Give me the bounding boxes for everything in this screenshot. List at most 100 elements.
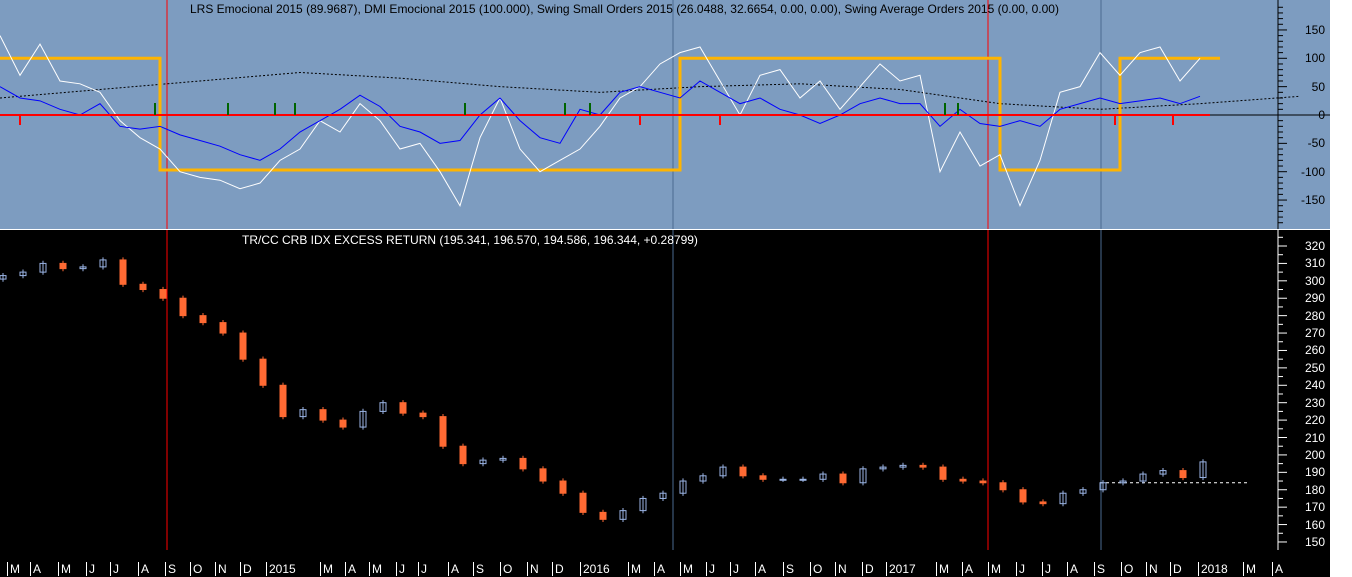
candle-body bbox=[599, 511, 607, 520]
candle-body bbox=[259, 358, 267, 386]
time-tick-label: A bbox=[138, 562, 149, 576]
candle-body bbox=[199, 315, 207, 324]
candle-body bbox=[179, 297, 187, 317]
y-tick-label: 100 bbox=[1304, 51, 1325, 66]
time-tick-label: J bbox=[1042, 562, 1051, 576]
y-tick-label: 150 bbox=[1304, 22, 1325, 37]
time-tick-label: A bbox=[654, 562, 665, 576]
candle-body bbox=[339, 419, 347, 428]
y-tick-label: 300 bbox=[1304, 273, 1325, 288]
candle-body bbox=[439, 416, 447, 447]
indicator-chart bbox=[0, 0, 1330, 229]
avg-orders-line bbox=[0, 71, 1301, 110]
candle-body bbox=[319, 409, 327, 421]
candle-body bbox=[979, 480, 987, 484]
indicator-title: LRS Emocional 2015 (89.9687), DMI Emocio… bbox=[190, 2, 1059, 16]
y-tick-label: 160 bbox=[1304, 517, 1325, 532]
time-tick-label: A bbox=[962, 562, 973, 576]
time-tick-label: M bbox=[680, 562, 693, 576]
candle-body bbox=[159, 289, 167, 299]
time-tick-label: M bbox=[7, 562, 20, 576]
candle-body bbox=[799, 478, 807, 481]
candle-body bbox=[759, 475, 767, 480]
time-tick-label: A bbox=[30, 562, 41, 576]
candle-body bbox=[539, 468, 547, 482]
candle-body bbox=[59, 262, 67, 270]
time-tick-label: S bbox=[473, 562, 484, 576]
time-tick-label: M bbox=[628, 562, 641, 576]
candle-body bbox=[919, 464, 927, 468]
y-tick-label: 170 bbox=[1304, 500, 1325, 515]
candle-body bbox=[519, 457, 527, 470]
y-tick-label: 290 bbox=[1304, 291, 1325, 306]
y-tick-label: 310 bbox=[1304, 256, 1325, 271]
price-title: TR/CC CRB IDX EXCESS RETURN (195.341, 19… bbox=[242, 233, 698, 247]
y-tick-label: 200 bbox=[1304, 447, 1325, 462]
time-tick-label: J bbox=[1016, 562, 1025, 576]
candle-body bbox=[1179, 470, 1187, 479]
time-tick-label: A bbox=[1272, 562, 1283, 576]
y-tick-label: 220 bbox=[1304, 413, 1325, 428]
time-tick-label: 2015 bbox=[266, 562, 296, 576]
y-tick-label: 240 bbox=[1304, 378, 1325, 393]
time-tick-label: J bbox=[418, 562, 427, 576]
y-tick-label: 260 bbox=[1304, 343, 1325, 358]
time-tick-label: A bbox=[755, 562, 766, 576]
time-tick-label: N bbox=[835, 562, 847, 576]
time-tick-label: A bbox=[1067, 562, 1078, 576]
candle-body bbox=[959, 478, 967, 482]
candle-body bbox=[559, 480, 567, 494]
y-tick-label: 180 bbox=[1304, 482, 1325, 497]
time-tick-label: J bbox=[706, 562, 715, 576]
candle-body bbox=[779, 478, 787, 481]
time-tick-label: 2018 bbox=[1198, 562, 1228, 576]
y-tick-label: 190 bbox=[1304, 465, 1325, 480]
y-tick-label: 250 bbox=[1304, 360, 1325, 375]
candle-body bbox=[1019, 489, 1027, 503]
time-tick-label: D bbox=[552, 562, 564, 576]
y-tick-label: 230 bbox=[1304, 395, 1325, 410]
time-tick-label: A bbox=[448, 562, 459, 576]
time-tick-label: M bbox=[369, 562, 382, 576]
candle-body bbox=[279, 384, 287, 418]
candle-body bbox=[139, 283, 147, 291]
candle-body bbox=[999, 482, 1007, 491]
candle-body bbox=[239, 332, 247, 360]
candle-body bbox=[219, 322, 227, 334]
candle-body bbox=[459, 445, 467, 465]
y-tick-label: -150 bbox=[1300, 193, 1325, 208]
time-tick-label: N bbox=[1146, 562, 1158, 576]
time-tick-label: J bbox=[730, 562, 739, 576]
time-tick-label: M bbox=[1243, 562, 1256, 576]
y-tick-label: -50 bbox=[1307, 136, 1325, 151]
y-tick-label: 150 bbox=[1304, 534, 1325, 549]
time-tick-label: D bbox=[1170, 562, 1182, 576]
y-tick-label: 280 bbox=[1304, 308, 1325, 323]
time-tick-label: 2016 bbox=[580, 562, 610, 576]
candle-body bbox=[939, 466, 947, 480]
time-tick-label: M bbox=[320, 562, 333, 576]
time-tick-label: A bbox=[345, 562, 356, 576]
y-tick-label: -100 bbox=[1300, 164, 1325, 179]
time-tick-label: O bbox=[500, 562, 512, 576]
candle-body bbox=[419, 412, 427, 418]
time-tick-label: J bbox=[396, 562, 405, 576]
candle-body bbox=[839, 473, 847, 484]
time-tick-label: N bbox=[527, 562, 539, 576]
y-tick-label: 270 bbox=[1304, 326, 1325, 341]
y-tick-label: 210 bbox=[1304, 430, 1325, 445]
time-tick-label: M bbox=[58, 562, 71, 576]
time-tick-label: M bbox=[936, 562, 949, 576]
time-tick-label: O bbox=[190, 562, 202, 576]
candle-body bbox=[739, 466, 747, 477]
time-axis[interactable]: M A M J J A S O N D 2015 M A M J J A S O N D 2016 M A M J J A S O N D 20… bbox=[0, 550, 1330, 577]
y-tick-label: 50 bbox=[1311, 79, 1325, 94]
y-tick-label: 320 bbox=[1304, 239, 1325, 253]
time-tick-label: J bbox=[110, 562, 119, 576]
indicator-panel: LRS Emocional 2015 (89.9687), DMI Emocio… bbox=[0, 0, 1330, 229]
candle-body bbox=[119, 259, 127, 285]
time-tick-label: N bbox=[215, 562, 227, 576]
time-tick-label: 2017 bbox=[886, 562, 916, 576]
time-tick-label: M bbox=[988, 562, 1001, 576]
price-chart bbox=[0, 230, 1287, 550]
